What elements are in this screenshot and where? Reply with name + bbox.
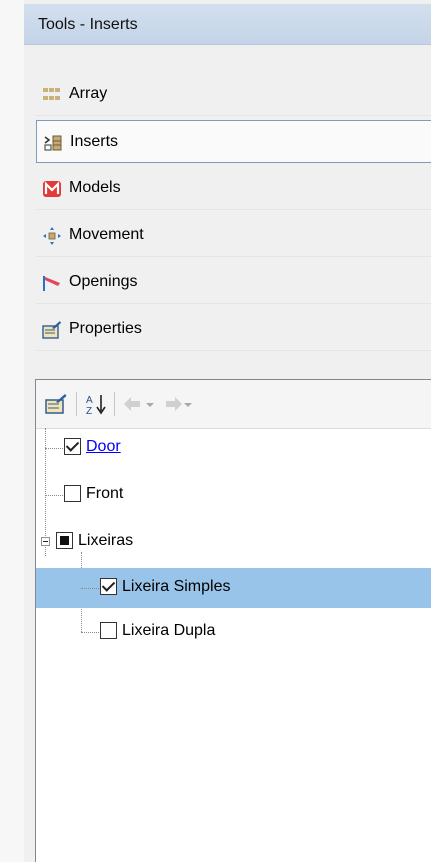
forward-arrow-icon[interactable] [160, 392, 184, 416]
chevron-down-icon[interactable] [144, 392, 156, 416]
tool-label-models: Models [69, 179, 121, 196]
left-margin [0, 0, 24, 862]
toolbar-separator [114, 392, 115, 416]
tree-checkbox[interactable] [100, 578, 117, 595]
tree-node-front[interactable]: Front [36, 475, 431, 515]
properties-icon [42, 321, 61, 339]
tree-checkbox[interactable] [100, 622, 117, 639]
tools-list: Array Inserts Models Movement Openings P… [36, 73, 431, 355]
tree-node-door[interactable]: Door [36, 428, 431, 468]
tool-label-properties: Properties [69, 320, 142, 337]
movement-icon [43, 227, 61, 245]
tool-item-openings[interactable]: Openings [36, 261, 431, 304]
tree-connector [81, 588, 99, 589]
collapse-icon[interactable] [41, 537, 50, 546]
tree-node-label: Lixeiras [78, 532, 134, 549]
tool-label-movement: Movement [69, 226, 144, 243]
window-title: Tools - Inserts [38, 16, 138, 33]
tool-label-inserts: Inserts [70, 133, 119, 150]
tree-node-lixeiras[interactable]: Lixeiras [36, 522, 431, 562]
tool-item-movement[interactable]: Movement [36, 214, 431, 257]
chevron-down-icon[interactable] [182, 392, 194, 416]
svg-text:A: A [86, 395, 93, 406]
toolbar-separator [76, 392, 77, 416]
tree-node-label: Front [86, 485, 124, 502]
properties-icon[interactable] [44, 392, 68, 416]
tree-node-lixeira-simples[interactable]: Lixeira Simples [36, 568, 431, 608]
tree-node-label[interactable]: Door [86, 438, 121, 456]
sort-az-icon[interactable]: A Z [84, 392, 108, 416]
inserts-icon [44, 135, 62, 151]
tools-window: Tools - Inserts Array Inserts Models Mov… [0, 0, 431, 862]
tree-node-lixeira-dupla[interactable]: Lixeira Dupla [36, 612, 431, 652]
tool-item-models[interactable]: Models [36, 167, 431, 210]
tool-item-inserts[interactable]: Inserts [36, 120, 431, 163]
back-arrow-icon[interactable] [122, 392, 146, 416]
array-icon [43, 88, 60, 100]
tree-node-label: Lixeira Simples [122, 578, 231, 595]
tree-checkbox[interactable] [56, 532, 73, 549]
tool-label-openings: Openings [69, 273, 138, 290]
tree-checkbox[interactable] [64, 438, 81, 455]
title-bar: Tools - Inserts [24, 4, 431, 45]
tool-item-properties[interactable]: Properties [36, 308, 431, 351]
tool-item-array[interactable]: Array [36, 73, 431, 116]
tree-checkbox[interactable] [64, 485, 81, 502]
tree-node-label: Lixeira Dupla [122, 622, 216, 639]
tree-panel: A Z Door Front Lixeiras Lixeira Simples … [35, 379, 431, 862]
models-icon [43, 181, 61, 197]
tree-toolbar: A Z [36, 380, 431, 429]
tool-label-array: Array [69, 85, 108, 102]
svg-text:Z: Z [86, 406, 92, 416]
openings-icon [43, 276, 60, 291]
